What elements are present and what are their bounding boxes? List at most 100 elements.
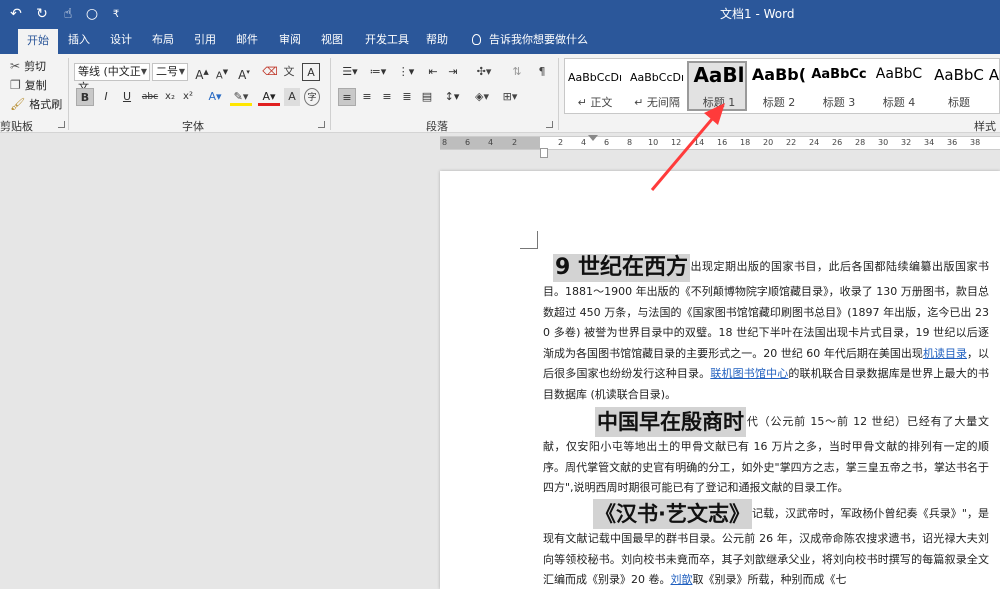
shrink-font-button[interactable]: A▼ bbox=[214, 63, 230, 81]
style-name: 标题 1 bbox=[702, 96, 736, 109]
style-more[interactable]: A bbox=[987, 61, 1000, 111]
tab-layout[interactable]: 布局 bbox=[146, 28, 180, 54]
ruler-tick: 32 bbox=[901, 138, 912, 147]
first-line-indent-marker[interactable] bbox=[588, 135, 598, 141]
styles-gallery: AaBbCcDı ↵ 正文 AaBbCcDı ↵ 无间隔 AaBl 标题 1 A… bbox=[564, 58, 1000, 114]
font-color-icon[interactable]: A▾ bbox=[258, 88, 280, 106]
paragraph-launcher-icon[interactable] bbox=[546, 121, 553, 128]
chinese-layout-icon[interactable]: ✣▾ bbox=[472, 63, 496, 81]
hanging-indent-marker[interactable] bbox=[540, 148, 548, 158]
tab-review[interactable]: 审阅 bbox=[273, 28, 307, 54]
ruler-tick: 2 bbox=[512, 138, 518, 147]
circle-icon[interactable]: ○ bbox=[82, 4, 102, 24]
tell-me-search[interactable]: 告诉我你想要做什么 bbox=[472, 28, 588, 54]
paragraph-3: 《汉书·艺文志》 记载，汉武帝时，军政杨仆曾纪奏《兵录》"，是现有文献记载中国最早… bbox=[543, 499, 989, 589]
clear-formatting-icon[interactable]: ⌫ bbox=[262, 63, 278, 81]
shading-icon[interactable]: ◈▾ bbox=[470, 88, 494, 106]
style-heading-2[interactable]: AaBb( 标题 2 bbox=[749, 61, 809, 111]
style-title[interactable]: AaBbC 标题 bbox=[929, 61, 989, 111]
align-left-icon[interactable]: ≡ bbox=[338, 88, 356, 106]
multilevel-list-icon[interactable]: ⋮▾ bbox=[394, 63, 418, 81]
ruler-tick: 18 bbox=[740, 138, 751, 147]
tab-help[interactable]: 帮助 bbox=[420, 28, 454, 54]
clipboard-launcher-icon[interactable] bbox=[58, 121, 65, 128]
format-painter-button[interactable]: 🖌 格式刷 bbox=[10, 96, 62, 112]
style-name: 标题 4 bbox=[882, 96, 916, 109]
heading-text: 中国早在殷商时 bbox=[595, 407, 746, 437]
tab-home[interactable]: 开始 bbox=[18, 29, 58, 55]
tab-developer[interactable]: 开发工具 bbox=[358, 28, 416, 54]
character-shading-icon[interactable]: A bbox=[284, 88, 300, 106]
strikethrough-button[interactable]: abc bbox=[140, 88, 160, 106]
borders-icon[interactable]: ⊞▾ bbox=[498, 88, 522, 106]
horizontal-ruler[interactable]: 8 6 4 2 2 4 6 8 10 12 14 16 18 20 22 24 … bbox=[440, 135, 1000, 150]
bold-button[interactable]: B bbox=[76, 88, 94, 106]
tell-me-label: 告诉我你想要做什么 bbox=[489, 33, 588, 46]
hyperlink[interactable]: 机读目录 bbox=[923, 347, 967, 360]
tab-view[interactable]: 视图 bbox=[315, 28, 349, 54]
hyperlink[interactable]: 刘歆 bbox=[671, 573, 693, 586]
undo-icon[interactable]: ↶ bbox=[6, 4, 26, 24]
style-heading-3[interactable]: AaBbCc 标题 3 bbox=[809, 61, 869, 111]
ruler-tick: 24 bbox=[809, 138, 820, 147]
style-normal[interactable]: AaBbCcDı ↵ 正文 bbox=[565, 61, 625, 111]
line-spacing-icon[interactable]: ↕▾ bbox=[440, 88, 464, 106]
body-text: 取《别录》所载，种别而成《七 bbox=[692, 573, 847, 586]
copy-icon: ❐ bbox=[10, 78, 21, 92]
touch-mode-icon[interactable]: ☝ bbox=[58, 4, 78, 24]
numbering-icon[interactable]: ≔▾ bbox=[366, 63, 390, 81]
sort-icon[interactable]: ⇅ bbox=[508, 63, 526, 81]
font-size-select[interactable]: 二号 ▼ bbox=[152, 63, 188, 81]
separator bbox=[68, 58, 69, 130]
highlight-color-icon[interactable]: ✎▾ bbox=[230, 88, 252, 106]
style-no-spacing[interactable]: AaBbCcDı ↵ 无间隔 bbox=[627, 61, 687, 111]
style-heading-1[interactable]: AaBl 标题 1 bbox=[687, 61, 747, 111]
superscript-button[interactable]: x² bbox=[180, 88, 196, 106]
paragraph-1: 9 世纪在西方 出现定期出版的国家书目，此后各国都陆续编纂出版国家书目。1881～… bbox=[543, 254, 989, 405]
hyperlink[interactable]: 联机图书馆中心 bbox=[710, 367, 788, 380]
ruler-tick: 36 bbox=[947, 138, 958, 147]
increase-indent-icon[interactable]: ⇥ bbox=[444, 63, 462, 81]
decrease-indent-icon[interactable]: ⇤ bbox=[424, 63, 442, 81]
change-case-button[interactable]: A▾ bbox=[236, 63, 252, 82]
ruler-tick: 6 bbox=[465, 138, 471, 147]
show-marks-icon[interactable]: ¶ bbox=[534, 63, 550, 81]
enclose-characters-icon[interactable]: 字 bbox=[304, 88, 320, 106]
character-border-icon[interactable]: A bbox=[302, 63, 320, 81]
font-family-select[interactable]: 等线 (中文正文▼ bbox=[74, 63, 150, 94]
distributed-icon[interactable]: ▤ bbox=[418, 88, 436, 106]
bullets-icon[interactable]: ☰▾ bbox=[338, 63, 362, 81]
style-heading-4[interactable]: AaBbC 标题 4 bbox=[869, 61, 929, 111]
redo-icon[interactable]: ↻ bbox=[32, 4, 52, 24]
styles-group-label: 样式 bbox=[974, 120, 996, 133]
align-right-icon[interactable]: ≡ bbox=[378, 88, 396, 106]
copy-button[interactable]: ❐ 复制 bbox=[10, 77, 47, 93]
tab-insert[interactable]: 插入 bbox=[62, 28, 96, 54]
ruler-tick: 14 bbox=[694, 138, 705, 147]
document-page[interactable]: 9 世纪在西方 出现定期出版的国家书目，此后各国都陆续编纂出版国家书目。1881～… bbox=[440, 171, 1000, 589]
ruler-tick: 28 bbox=[855, 138, 866, 147]
chevron-down-icon: ▼ bbox=[178, 67, 185, 76]
phonetic-guide-icon[interactable]: 文 bbox=[280, 63, 298, 81]
style-preview: AaBbC bbox=[875, 66, 923, 82]
heading-text: 《汉书·艺文志》 bbox=[593, 499, 752, 529]
italic-button[interactable]: I bbox=[98, 88, 114, 106]
tab-mailings[interactable]: 邮件 bbox=[230, 28, 264, 54]
subscript-button[interactable]: x₂ bbox=[162, 88, 178, 106]
align-center-icon[interactable]: ≡ bbox=[358, 88, 376, 106]
ruler-tick: 26 bbox=[832, 138, 843, 147]
style-preview: AaBb( bbox=[751, 65, 807, 84]
ruler-tick: 10 bbox=[648, 138, 659, 147]
ribbon: ✂剪切 ❐复制 🖌格式刷 剪贴板 等线 (中文正文▼ 二号▼ A▲ A▼ A▾ … bbox=[0, 54, 1000, 133]
ruler-tick: 38 bbox=[970, 138, 981, 147]
underline-button[interactable]: U bbox=[116, 88, 138, 106]
text-effects-icon[interactable]: A▾ bbox=[204, 88, 226, 106]
customize-quick-access-icon[interactable]: ₹ bbox=[106, 4, 126, 24]
tab-design[interactable]: 设计 bbox=[104, 28, 138, 54]
justify-icon[interactable]: ≣ bbox=[398, 88, 416, 106]
font-launcher-icon[interactable] bbox=[318, 121, 325, 128]
tab-references[interactable]: 引用 bbox=[188, 28, 222, 54]
cut-button[interactable]: ✂ 剪切 bbox=[10, 58, 46, 74]
grow-font-button[interactable]: A▲ bbox=[194, 63, 210, 82]
margin-corner-mark bbox=[520, 231, 538, 249]
